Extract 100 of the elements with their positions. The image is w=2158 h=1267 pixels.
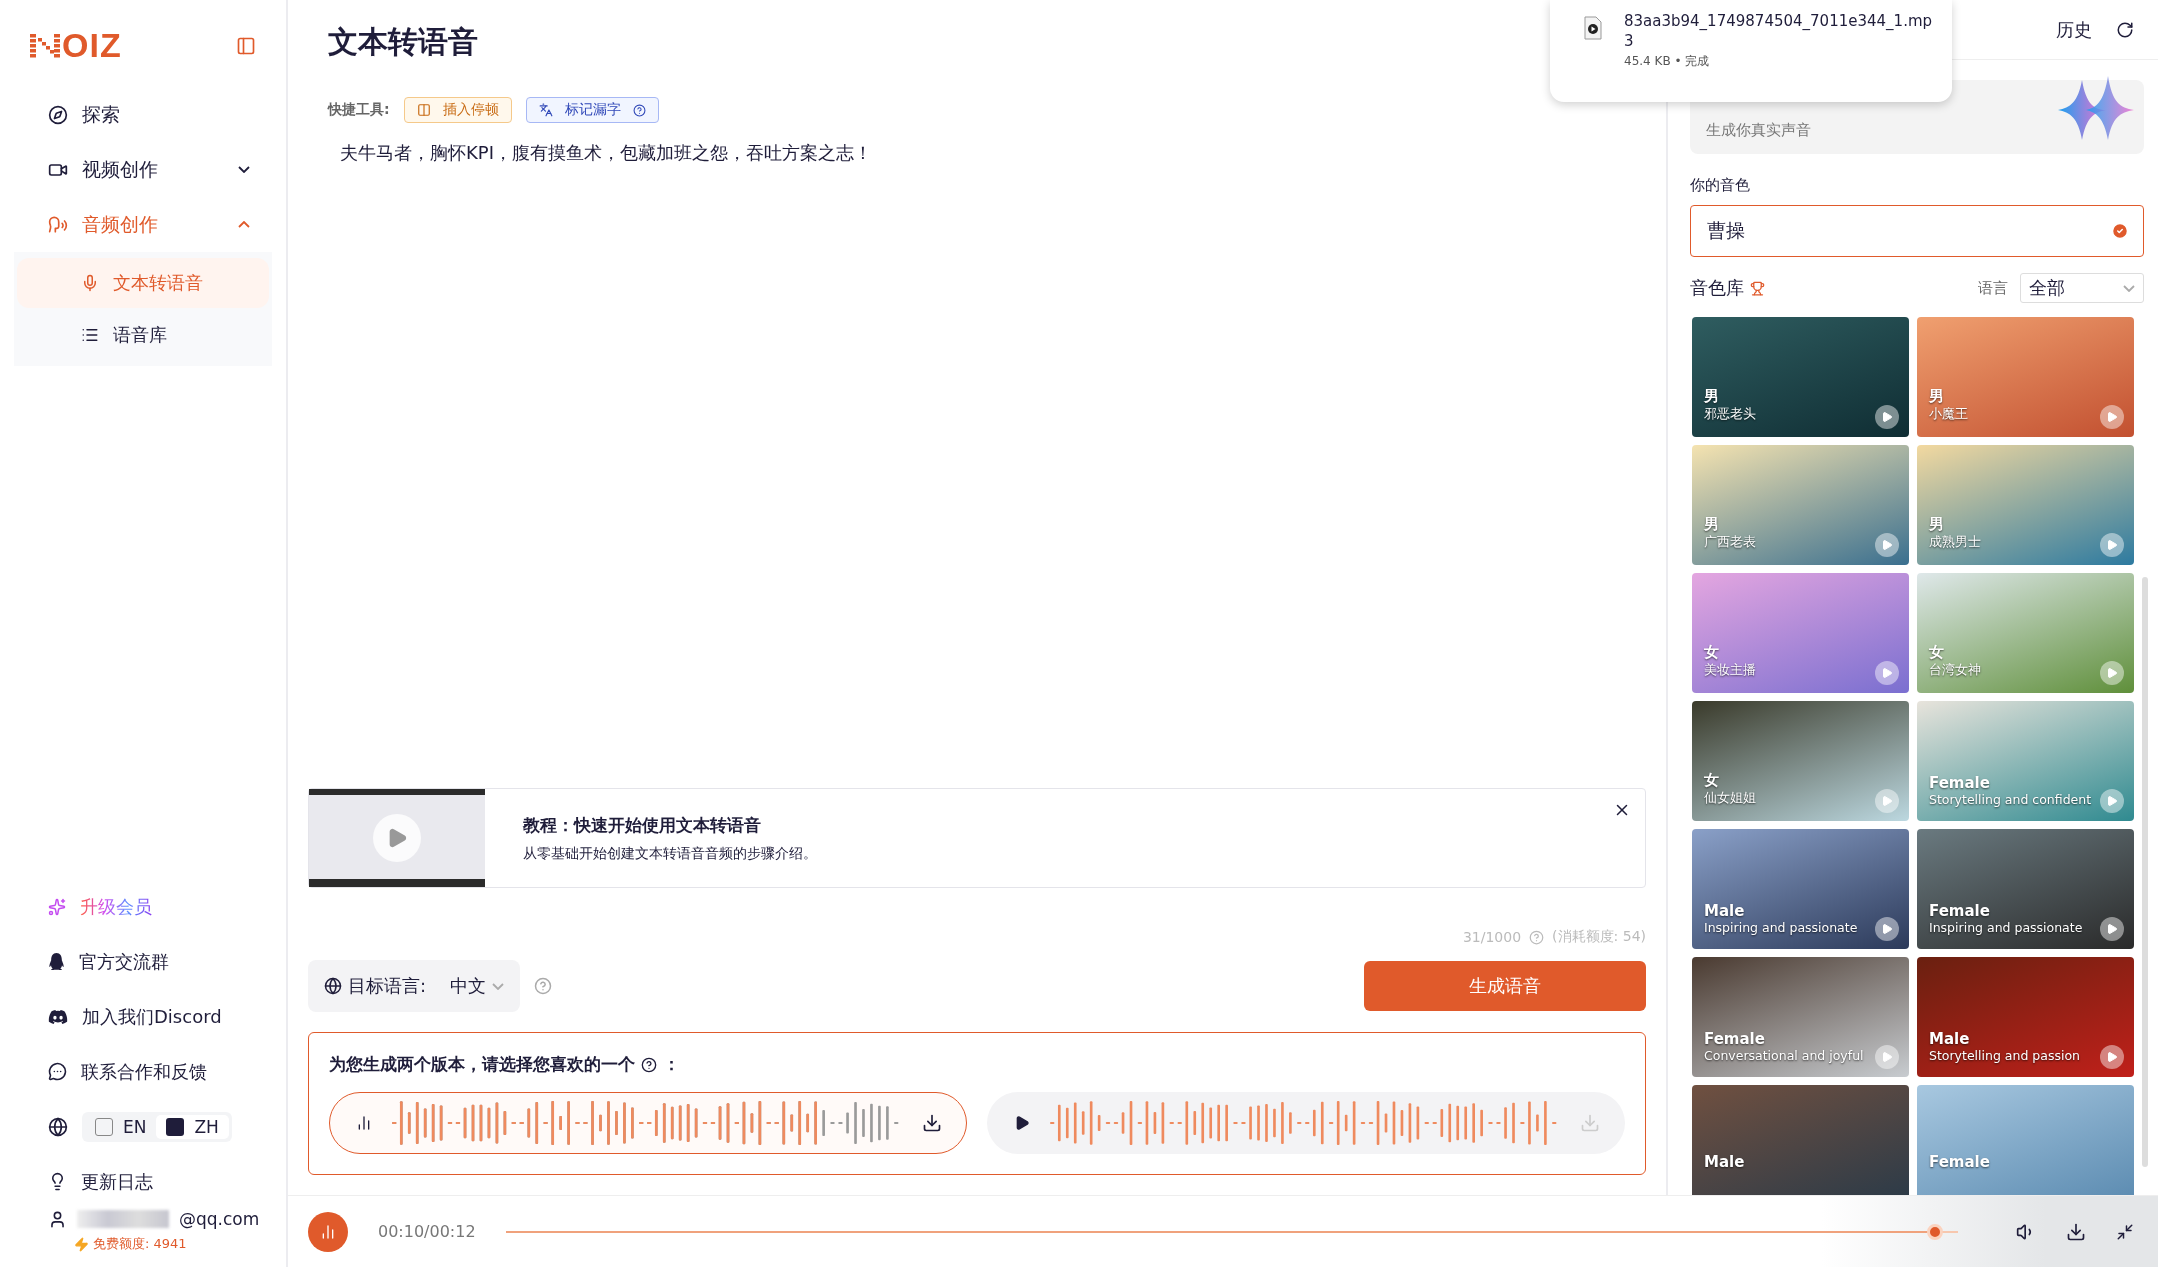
link-label: 加入我们Discord (82, 1004, 222, 1029)
cost-text: (消耗额度: 54) (1552, 928, 1646, 946)
sidebar-link[interactable]: 官方交流群 (14, 934, 272, 989)
help-icon (1529, 929, 1545, 945)
voice-card[interactable]: Female Inspiring and passionate (1917, 829, 2134, 949)
sidebar-link[interactable]: 加入我们Discord (14, 989, 272, 1044)
collapse-icon[interactable] (2116, 1222, 2134, 1241)
lightning-icon (74, 1236, 89, 1252)
help-icon (632, 103, 646, 117)
clone-card-subtitle: 生成你真实声音 (1706, 121, 1811, 140)
voice-description: 台湾女神 (1929, 662, 1981, 679)
voice-gender: 男 (1704, 387, 1719, 406)
language-option[interactable]: ZH (156, 1114, 229, 1139)
play-icon (1881, 411, 1893, 423)
sidebar-link[interactable]: 更新日志 (14, 1154, 272, 1209)
voice-gender: Female (1929, 774, 1990, 792)
generate-button[interactable]: 生成语音 (1364, 961, 1646, 1011)
globe-icon (324, 977, 342, 995)
voice-gender: Female (1929, 1153, 1990, 1171)
refresh-icon[interactable] (2116, 20, 2134, 39)
voice-card[interactable]: Male (1692, 1085, 1909, 1195)
tutorial-title: 教程：快速开始使用文本转语音 (523, 813, 762, 837)
quick-tools-label: 快捷工具: (328, 101, 390, 119)
text-editor[interactable]: 夫牛马者，胸怀KPI，腹有摸鱼术，包藏加班之怨，吞吐方案之志！ (308, 123, 1646, 788)
voice-gender: 男 (1704, 515, 1719, 534)
voice-description: 仙女姐姐 (1704, 790, 1756, 807)
voice-description: 广西老表 (1704, 534, 1756, 551)
translate-icon (538, 103, 553, 117)
voice-gender: Female (1929, 902, 1990, 920)
sparkle-logo-icon (2058, 76, 2134, 140)
submenu-item[interactable]: 语音库 (17, 310, 269, 360)
selected-voice-field[interactable]: 曹操 (1690, 205, 2144, 257)
progress-thumb[interactable] (1927, 1223, 1944, 1240)
chevron-up-icon (238, 221, 250, 228)
voice-card[interactable]: 男 邪恶老头 (1692, 317, 1909, 437)
language-filter-select[interactable]: 全部 (2020, 273, 2144, 303)
voice-description: Inspiring and passionate (1704, 920, 1858, 935)
voice-library-title: 音色库 (1690, 276, 1744, 300)
download-icon[interactable] (922, 1113, 942, 1133)
language-option[interactable]: EN (85, 1114, 157, 1139)
your-voice-label: 你的音色 (1690, 176, 1751, 195)
quick-tool-button[interactable]: 插入停顿 (403, 97, 512, 123)
chevron-down-icon (238, 166, 250, 173)
nav-item[interactable]: 探索 (14, 87, 272, 142)
play-icon (1881, 923, 1893, 935)
help-icon (534, 977, 553, 995)
microphone-icon (81, 274, 99, 292)
play-icon (1881, 795, 1893, 807)
play-icon (1881, 667, 1893, 679)
history-button[interactable]: 历史 (2050, 16, 2098, 43)
logo-text: OIZ (62, 26, 122, 65)
help-icon (641, 1056, 657, 1073)
account-email: @qq.com (179, 1209, 260, 1229)
voice-card[interactable]: Male Inspiring and passionate (1692, 829, 1909, 949)
voice-description: Conversational and joyful (1704, 1048, 1864, 1063)
nav-item[interactable]: 视频创作 (14, 142, 272, 197)
voice-description: Storytelling and confident (1929, 792, 2092, 807)
language-filter-label: 语言 (1978, 278, 2008, 298)
panel-toggle-icon[interactable] (236, 35, 256, 56)
nav-item[interactable]: 音频创作 (14, 197, 272, 252)
voice-description: 成熟男士 (1929, 534, 1981, 551)
list-icon (81, 326, 99, 344)
chat-bubble-icon (48, 1062, 67, 1081)
target-language-select[interactable]: 目标语言: 中文 (308, 960, 521, 1012)
voice-card[interactable]: Male Storytelling and passion (1917, 957, 2134, 1077)
voice-card[interactable]: 女 仙女姐姐 (1692, 701, 1909, 821)
play-button[interactable] (1875, 917, 1899, 941)
play-button[interactable] (2100, 917, 2124, 941)
pause-marker-icon (416, 103, 431, 117)
play-button[interactable] (1875, 405, 1899, 429)
video-thumbnail[interactable] (309, 789, 485, 887)
page-title: 文本转语音 (328, 23, 478, 61)
play-icon (2106, 923, 2118, 935)
versions-title: 为您生成两个版本，请选择您喜欢的一个 (329, 1053, 635, 1076)
play-icon (2106, 795, 2118, 807)
check-circle-icon (2111, 222, 2129, 240)
player-button[interactable] (308, 1211, 348, 1252)
voice-gender: Male (1704, 902, 1745, 920)
quick-tool-button[interactable]: 标记漏字 (525, 97, 659, 123)
play-icon (1881, 539, 1893, 551)
download-icon[interactable] (2066, 1221, 2086, 1242)
sidebar-link[interactable]: 联系合作和反馈 (14, 1044, 272, 1099)
play-icon (2106, 1051, 2118, 1063)
voice-card[interactable]: Female Conversational and joyful (1692, 957, 1909, 1077)
penguin-icon (48, 953, 65, 970)
voice-description: Storytelling and passion (1929, 1048, 2080, 1063)
language-badge-icon (166, 1117, 185, 1136)
voice-gender: 女 (1704, 771, 1719, 790)
chevron-down-icon (492, 982, 505, 990)
play-button[interactable] (2100, 1045, 2124, 1069)
play-icon (2106, 667, 2118, 679)
language-badge-icon (95, 1117, 113, 1136)
link-label: 官方交流群 (79, 949, 169, 974)
voice-gender: 女 (1929, 643, 1944, 662)
voice-description: 美妆主播 (1704, 662, 1756, 679)
download-filename[interactable]: 83aa3b94_1749874504_7011e344_1.mp3 (1624, 12, 1934, 51)
sidebar-link[interactable]: 升级会员 (14, 879, 272, 934)
voice-gender: 女 (1704, 643, 1719, 662)
quota-text: 免费额度: 4941 (93, 1235, 187, 1253)
voice-description: 小魔王 (1929, 406, 1968, 423)
